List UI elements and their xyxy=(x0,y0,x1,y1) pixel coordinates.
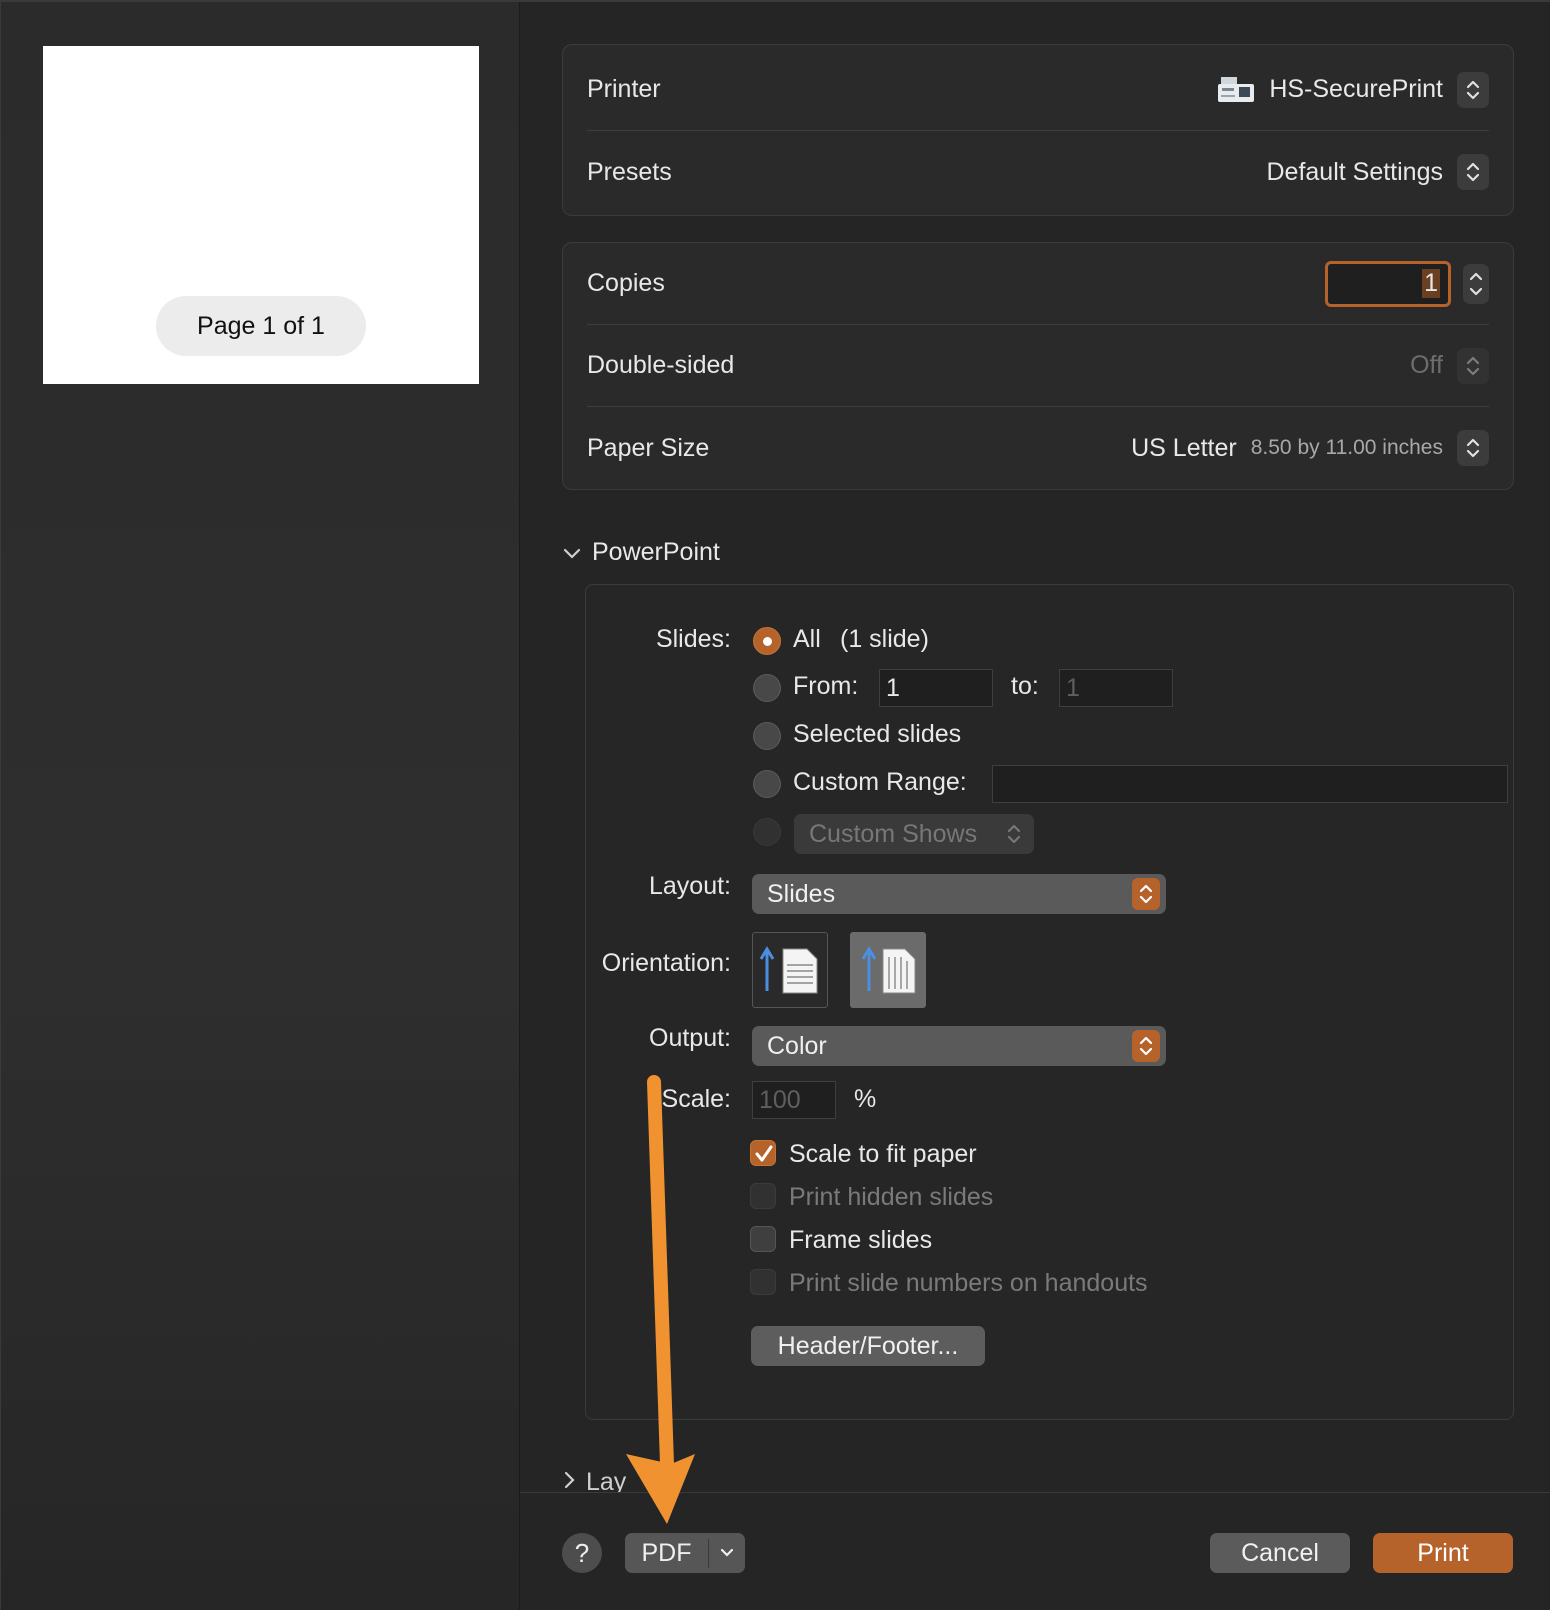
chevron-down-icon xyxy=(562,538,582,567)
slides-all-count: (1 slide) xyxy=(840,625,929,653)
print-hidden-label: Print hidden slides xyxy=(789,1183,994,1211)
scale-unit: % xyxy=(854,1085,877,1113)
scale-to-fit-checkbox[interactable] xyxy=(750,1140,776,1166)
scale-to-fit-label: Scale to fit paper xyxy=(789,1140,977,1168)
settings-pane[interactable]: Printer HS-SecurePrint Presets Default S… xyxy=(520,2,1550,1492)
to-label: to: xyxy=(1011,672,1039,700)
portrait-orientation-icon xyxy=(759,946,818,994)
printer-group: Printer HS-SecurePrint Presets Default S… xyxy=(562,44,1514,216)
printer-popup[interactable]: HS-SecurePrint xyxy=(1217,71,1489,108)
chevron-down-icon xyxy=(709,1547,745,1559)
pdf-menu-button[interactable]: PDF xyxy=(625,1533,745,1573)
printer-value: HS-SecurePrint xyxy=(1269,75,1443,103)
copies-stepper[interactable] xyxy=(1463,263,1489,304)
custom-shows-radio[interactable] xyxy=(753,818,781,846)
slides-all-radio[interactable] xyxy=(753,627,781,655)
page-indicator: Page 1 of 1 xyxy=(156,296,366,356)
custom-range-radio[interactable] xyxy=(753,770,781,798)
presets-value: Default Settings xyxy=(1266,157,1444,186)
paper-size-value: US Letter xyxy=(1131,433,1237,462)
orientation-landscape-button[interactable] xyxy=(850,932,926,1008)
paper-size-label: Paper Size xyxy=(587,433,710,462)
print-dialog: Page 1 of 1 Printer HS-SecurePrint Prese… xyxy=(0,0,1550,1610)
slides-label: Slides: xyxy=(655,625,731,653)
frame-slides-checkbox[interactable] xyxy=(750,1226,776,1252)
copies-input[interactable]: 1 xyxy=(1325,260,1451,307)
presets-row: Presets Default Settings xyxy=(587,131,1489,213)
printer-label: Printer xyxy=(587,75,661,103)
header-footer-button[interactable]: Header/Footer... xyxy=(751,1326,985,1366)
slides-all-label: All xyxy=(793,625,821,653)
landscape-orientation-icon xyxy=(861,946,916,994)
page-preview: Page 1 of 1 xyxy=(43,46,479,384)
orientation-portrait-button[interactable] xyxy=(752,932,828,1008)
printer-icon xyxy=(1217,75,1255,105)
from-input[interactable]: 1 xyxy=(879,669,993,707)
slides-from-radio[interactable] xyxy=(753,674,781,702)
custom-shows-label: Custom Shows xyxy=(809,819,978,848)
paper-size-popup[interactable]: US Letter 8.50 by 11.00 inches xyxy=(1131,430,1489,466)
layout-value: Slides xyxy=(767,879,836,908)
output-label: Output: xyxy=(649,1024,731,1052)
chevron-right-icon xyxy=(562,1468,576,1492)
print-numbers-label: Print slide numbers on handouts xyxy=(789,1269,1148,1297)
updown-chevron-icon xyxy=(1000,818,1028,850)
presets-popup[interactable]: Default Settings xyxy=(1266,154,1489,190)
custom-range-label: Custom Range: xyxy=(793,768,967,796)
selected-slides-radio[interactable] xyxy=(753,722,781,750)
cancel-button[interactable]: Cancel xyxy=(1210,1533,1350,1573)
powerpoint-section-title: PowerPoint xyxy=(592,538,720,566)
print-hidden-checkbox[interactable] xyxy=(750,1183,776,1209)
from-label: From: xyxy=(793,672,859,700)
powerpoint-options: Slides: All (1 slide) From: 1 to: 1 Sele… xyxy=(585,584,1514,1420)
output-popup[interactable]: Color xyxy=(752,1026,1166,1066)
scale-label: Scale: xyxy=(661,1085,731,1113)
updown-chevron-icon xyxy=(1457,347,1489,384)
checkmark-icon xyxy=(755,1145,773,1162)
printer-row: Printer HS-SecurePrint xyxy=(587,49,1489,131)
presets-label: Presets xyxy=(587,157,672,186)
copies-group: Copies 1 Double-sided Off Paper Size US … xyxy=(562,242,1514,490)
double-sided-value: Off xyxy=(1410,351,1443,379)
layout-section-disclosure[interactable]: Lay xyxy=(562,1468,626,1492)
print-button[interactable]: Print xyxy=(1373,1533,1513,1573)
dialog-footer: ? PDF Cancel Print xyxy=(520,1492,1550,1610)
output-value: Color xyxy=(767,1031,827,1060)
updown-chevron-icon xyxy=(1457,154,1489,190)
scale-input[interactable]: 100 xyxy=(752,1081,836,1119)
paper-size-row: Paper Size US Letter 8.50 by 11.00 inche… xyxy=(587,407,1489,489)
help-button[interactable]: ? xyxy=(562,1533,602,1573)
preview-pane: Page 1 of 1 xyxy=(1,2,520,1610)
layout-popup[interactable]: Slides xyxy=(752,874,1166,914)
print-numbers-checkbox[interactable] xyxy=(750,1269,776,1295)
copies-control: 1 xyxy=(1325,260,1489,307)
double-sided-row: Double-sided Off xyxy=(587,325,1489,407)
double-sided-label: Double-sided xyxy=(587,351,735,379)
copies-label: Copies xyxy=(587,269,665,297)
to-input[interactable]: 1 xyxy=(1059,669,1173,707)
updown-chevron-icon xyxy=(1457,430,1489,466)
updown-chevron-icon xyxy=(1132,878,1160,910)
updown-chevron-icon xyxy=(1457,71,1489,108)
paper-size-dimensions: 8.50 by 11.00 inches xyxy=(1250,436,1443,459)
powerpoint-disclosure[interactable]: PowerPoint xyxy=(562,538,720,567)
copies-row: Copies 1 xyxy=(587,243,1489,325)
layout-label: Layout: xyxy=(648,872,731,900)
layout-section-title: Lay xyxy=(586,1468,627,1492)
pdf-label: PDF xyxy=(625,1538,709,1568)
custom-range-input[interactable] xyxy=(992,765,1508,803)
updown-chevron-icon xyxy=(1132,1030,1160,1062)
selected-slides-label: Selected slides xyxy=(793,720,962,748)
double-sided-popup[interactable]: Off xyxy=(1410,347,1489,384)
frame-slides-label: Frame slides xyxy=(789,1226,933,1254)
orientation-label: Orientation: xyxy=(601,949,731,977)
custom-shows-popup[interactable]: Custom Shows xyxy=(794,814,1034,854)
